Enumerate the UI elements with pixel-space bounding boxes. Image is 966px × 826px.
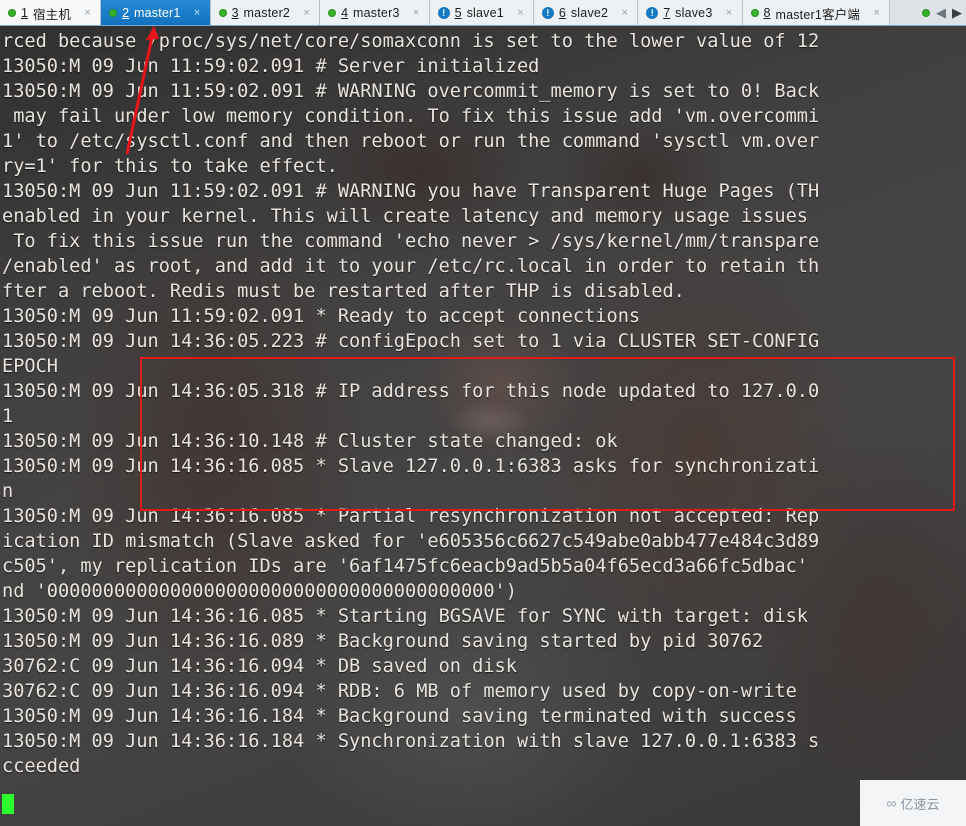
terminal-line: 13050:M 09 Jun 11:59:02.091 # WARNING ov…	[2, 81, 820, 102]
terminal-line: ication ID mismatch (Slave asked for 'e6…	[2, 531, 820, 552]
close-icon[interactable]: ×	[301, 7, 312, 19]
status-dot-icon	[922, 8, 930, 17]
status-dot-icon	[218, 9, 227, 17]
terminal-line: 13050:M 09 Jun 14:36:16.085 * Slave 127.…	[2, 456, 820, 477]
tab-index: 6	[558, 6, 566, 20]
terminal-line: fter a reboot. Redis must be restarted a…	[2, 281, 685, 302]
chevron-left-icon[interactable]: ◀	[936, 6, 946, 19]
tab-slave3[interactable]: ! 7 slave3 ×	[638, 0, 743, 25]
tab-label: slave1	[466, 6, 504, 20]
terminal-line: 13050:M 09 Jun 11:59:02.091 * Ready to a…	[2, 306, 641, 327]
terminal-line: 13050:M 09 Jun 11:59:02.091 # Server ini…	[2, 56, 540, 77]
site-watermark: ∞ 亿速云	[860, 780, 966, 826]
tab-navigation: ◀ ▶	[914, 0, 966, 25]
terminal-pane[interactable]: rced because /proc/sys/net/core/somaxcon…	[0, 26, 966, 826]
status-dot-icon	[8, 9, 16, 17]
terminal-line: 13050:M 09 Jun 14:36:10.148 # Cluster st…	[2, 431, 618, 452]
terminal-line: 13050:M 09 Jun 14:36:16.089 * Background…	[2, 631, 764, 652]
close-icon[interactable]: ×	[192, 7, 203, 19]
terminal-line: 13050:M 09 Jun 11:59:02.091 # WARNING yo…	[2, 181, 820, 202]
terminal-line: To fix this issue run the command 'echo …	[2, 231, 820, 252]
tab-宿主机[interactable]: 1 宿主机 ×	[0, 0, 102, 25]
terminal-line: nd '000000000000000000000000000000000000…	[2, 581, 517, 602]
tab-label: master1	[134, 6, 181, 20]
terminal-line: ry=1' for this to take effect.	[2, 156, 338, 177]
tab-label: slave3	[675, 6, 713, 20]
tab-label: master3	[353, 6, 400, 20]
terminal-cursor	[2, 794, 14, 814]
tab-slave1[interactable]: ! 5 slave1 ×	[429, 0, 534, 25]
tab-index: 4	[341, 6, 349, 20]
tab-slave2[interactable]: ! 6 slave2 ×	[533, 0, 639, 25]
close-icon[interactable]: ×	[82, 7, 93, 19]
terminal-line: c505', my replication IDs are '6af1475fc…	[2, 556, 808, 577]
tab-index: 5	[454, 6, 462, 20]
terminal-line: 13050:M 09 Jun 14:36:16.184 * Background…	[2, 706, 797, 727]
tab-master2[interactable]: 3 master2 ×	[210, 0, 321, 25]
terminal-line: 13050:M 09 Jun 14:36:05.223 # configEpoc…	[2, 331, 820, 352]
terminal-line: cceeded	[2, 756, 81, 777]
terminal-line: rced because /proc/sys/net/core/somaxcon…	[2, 31, 820, 52]
terminal-tab-bar: 1 宿主机 × 2 master1 × 3 master2 × 4 master3 ×! 5 slave1…	[0, 0, 966, 26]
close-icon[interactable]: ×	[724, 7, 735, 19]
tab-label: slave2	[570, 6, 609, 20]
close-icon[interactable]: ×	[871, 7, 882, 19]
alert-icon: !	[437, 7, 450, 19]
close-icon[interactable]: ×	[411, 7, 422, 19]
terminal-line: EPOCH	[2, 356, 58, 377]
terminal-line: n	[2, 481, 14, 502]
tab-master1客户端[interactable]: 8 master1客户端 ×	[742, 0, 891, 25]
tab-master1[interactable]: 2 master1 ×	[101, 0, 211, 25]
terminal-line: /enabled' as root, and add it to your /e…	[2, 256, 820, 277]
terminal-line: 13050:M 09 Jun 14:36:05.318 # IP address…	[2, 381, 820, 402]
tab-label: 宿主机	[32, 7, 72, 22]
close-icon[interactable]: ×	[515, 7, 526, 19]
terminal-line: 1' to /etc/sysctl.conf and then reboot o…	[2, 131, 820, 152]
terminal-output: rced because /proc/sys/net/core/somaxcon…	[0, 26, 966, 779]
terminal-line: may fail under low memory condition. To …	[2, 106, 820, 127]
terminal-line: 30762:C 09 Jun 14:36:16.094 * DB saved o…	[2, 656, 517, 677]
terminal-line: 13050:M 09 Jun 14:36:16.085 * Partial re…	[2, 506, 820, 527]
chevron-right-icon[interactable]: ▶	[952, 6, 962, 19]
tab-index: 8	[763, 6, 771, 20]
terminal-line: 13050:M 09 Jun 14:36:16.184 * Synchroniz…	[2, 731, 820, 752]
tab-index: 1	[21, 6, 28, 20]
tab-index: 3	[231, 6, 239, 20]
status-dot-icon	[109, 9, 118, 17]
tab-label: master1客户端	[775, 7, 861, 22]
status-dot-icon	[750, 9, 759, 17]
cloud-logo-icon: ∞	[886, 795, 897, 811]
terminal-line: 1	[2, 406, 14, 427]
alert-icon: !	[646, 7, 659, 19]
tab-index: 7	[663, 6, 671, 20]
tab-label: master2	[243, 6, 291, 20]
alert-icon: !	[541, 7, 554, 19]
watermark-text: 亿速云	[900, 796, 940, 812]
terminal-line: 30762:C 09 Jun 14:36:16.094 * RDB: 6 MB …	[2, 681, 797, 702]
status-dot-icon	[328, 9, 337, 17]
close-icon[interactable]: ×	[619, 7, 630, 19]
tab-index: 2	[122, 6, 130, 20]
terminal-line: enabled in your kernel. This will create…	[2, 206, 808, 227]
terminal-line: 13050:M 09 Jun 14:36:16.085 * Starting B…	[2, 606, 808, 627]
tab-master3[interactable]: 4 master3 ×	[320, 0, 430, 25]
